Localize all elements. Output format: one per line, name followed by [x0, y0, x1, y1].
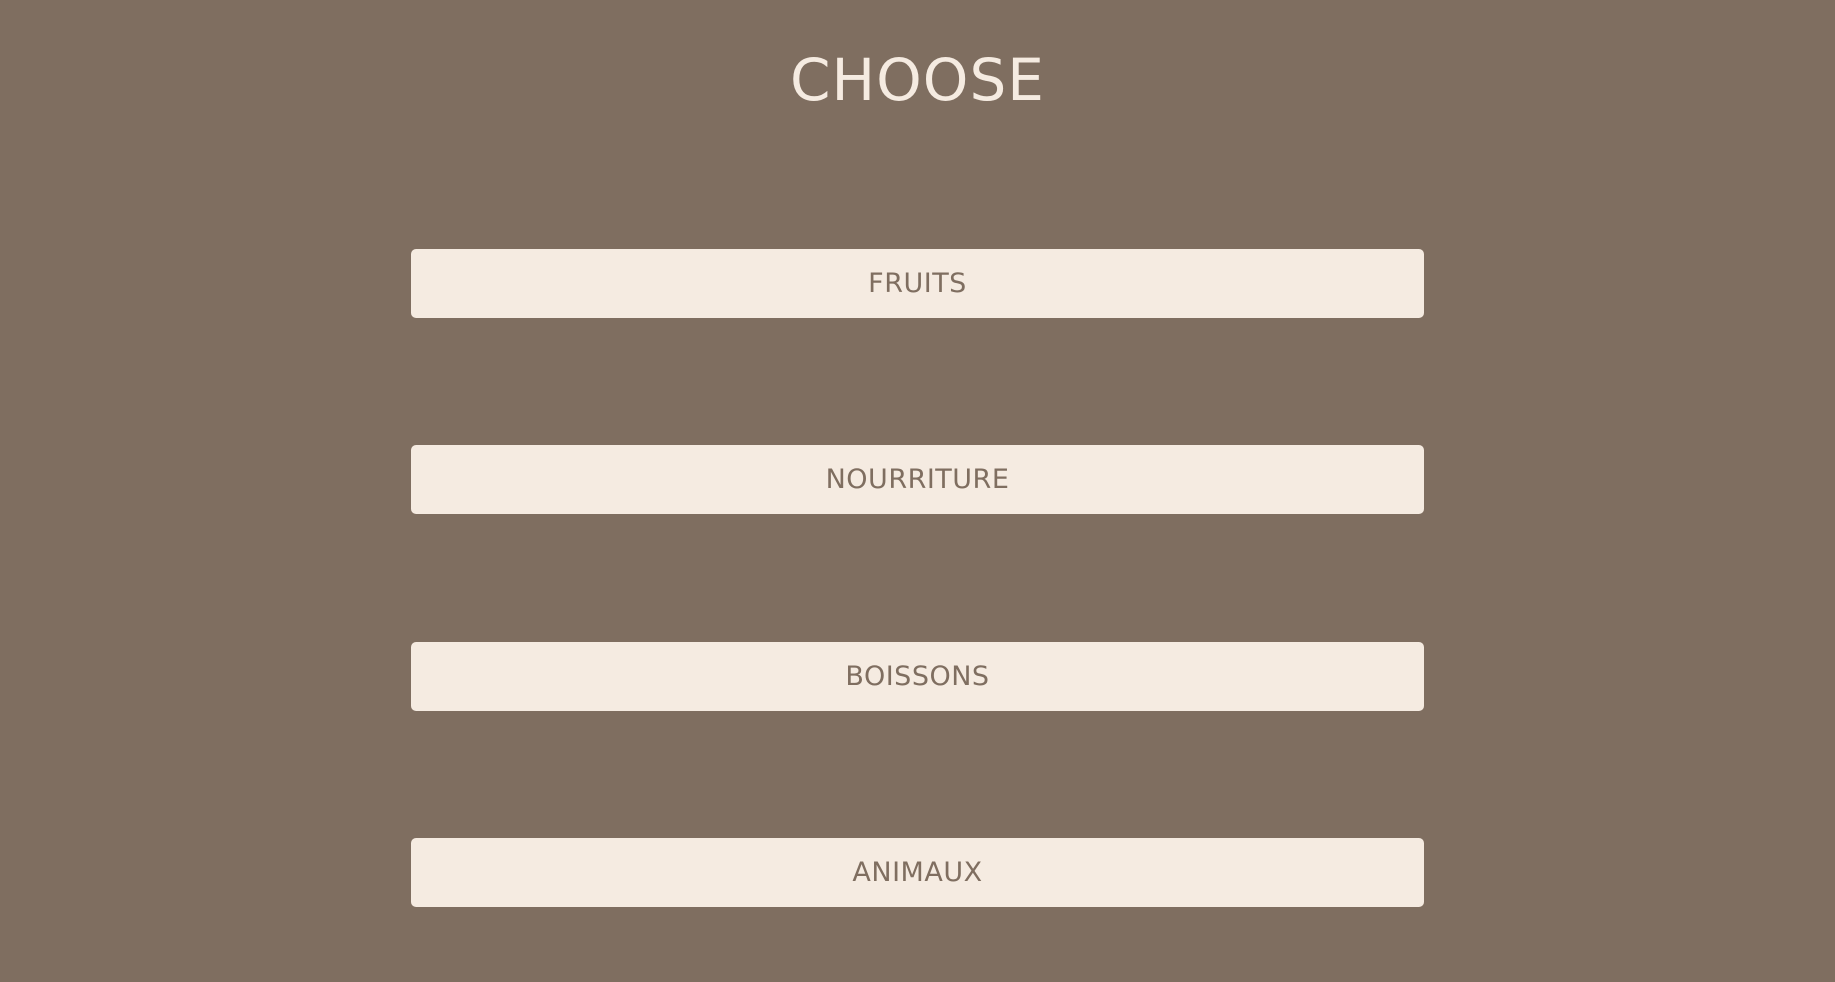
fruits-button[interactable]: FRUITS — [411, 249, 1424, 318]
nourriture-button[interactable]: NOURRITURE — [411, 445, 1424, 514]
animaux-button[interactable]: ANIMAUX — [411, 838, 1424, 907]
page-title: CHOOSE — [790, 46, 1045, 114]
boissons-button[interactable]: BOISSONS — [411, 642, 1424, 711]
